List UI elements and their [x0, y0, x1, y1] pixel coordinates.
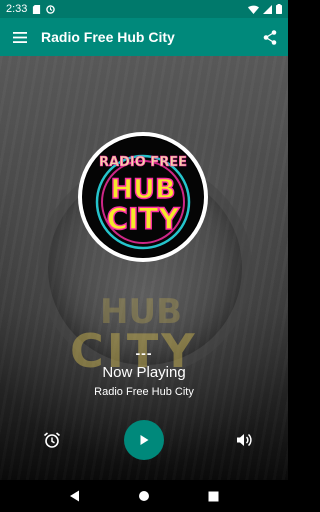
- app-title: Radio Free Hub City: [41, 29, 175, 45]
- app-bar: Radio Free Hub City: [0, 18, 288, 56]
- background-artwork: HUB CITY: [0, 56, 288, 480]
- share-button[interactable]: [252, 18, 288, 56]
- station-logo: RADIO FREE HUB CITY: [78, 132, 208, 262]
- player-controls: [0, 420, 288, 460]
- menu-button[interactable]: [0, 18, 40, 56]
- now-playing-label: Now Playing: [102, 364, 186, 381]
- share-icon: [263, 29, 277, 45]
- recents-icon[interactable]: [208, 491, 219, 502]
- logo-artwork: RADIO FREE HUB CITY: [83, 137, 203, 257]
- menu-icon: [13, 31, 27, 43]
- volume-icon: [237, 433, 252, 447]
- home-icon[interactable]: [138, 490, 150, 502]
- logo-top-text: RADIO FREE: [99, 155, 187, 170]
- now-playing-info: --- Now Playing Radio Free Hub City: [0, 346, 288, 398]
- play-icon: [140, 435, 149, 445]
- volume-button[interactable]: [234, 430, 254, 450]
- wifi-icon: [248, 5, 259, 14]
- logo-city-text: CITY: [107, 202, 181, 236]
- logo-hub-text: HUB: [110, 174, 175, 205]
- battery-icon: [276, 4, 282, 14]
- play-button[interactable]: [124, 420, 164, 460]
- status-bar: 2:33: [0, 0, 288, 18]
- sd-card-icon: [33, 4, 41, 14]
- alarm-icon: [43, 432, 61, 448]
- sync-icon: [46, 4, 56, 14]
- alarm-button[interactable]: [42, 430, 62, 450]
- track-title: ---: [135, 345, 153, 361]
- signal-icon: [263, 4, 272, 14]
- station-name: Radio Free Hub City: [94, 386, 194, 398]
- back-icon[interactable]: [69, 490, 80, 502]
- navigation-bar: [0, 480, 288, 512]
- clock: 2:33: [6, 3, 28, 15]
